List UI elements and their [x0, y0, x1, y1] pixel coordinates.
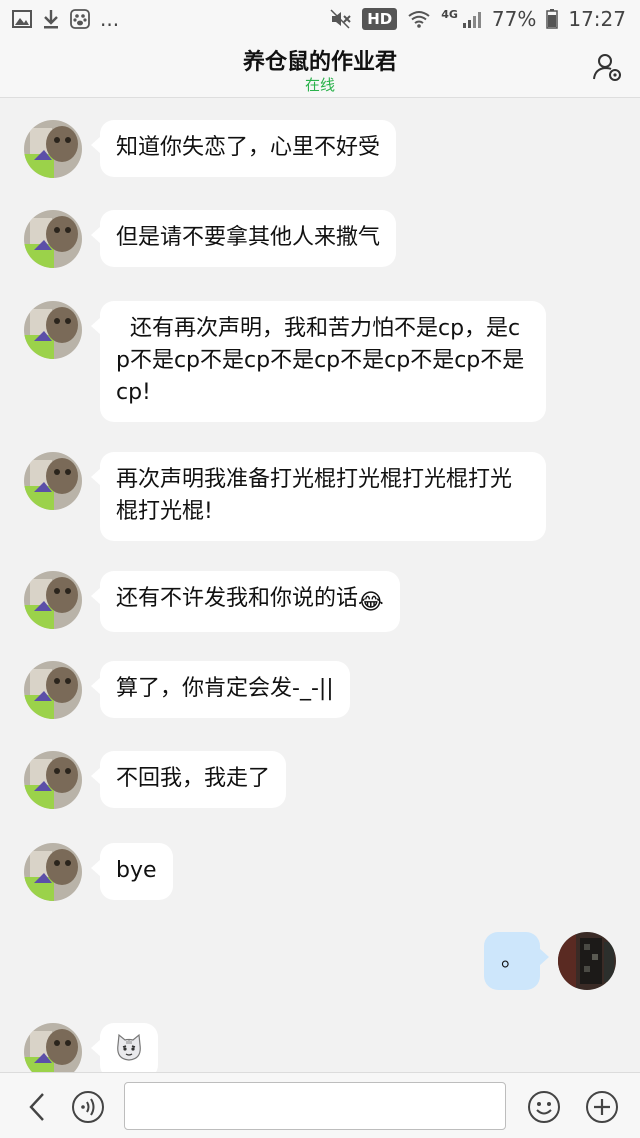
tears-of-joy-emoji: 😂	[358, 590, 384, 615]
message-row: 还有再次声明，我和苦力怕不是cp，是cp不是cp不是cp不是cp不是cp不是cp…	[24, 301, 564, 422]
paw-icon	[70, 9, 90, 29]
person-settings-icon[interactable]	[592, 52, 622, 82]
my-avatar[interactable]	[558, 932, 616, 990]
message-bubble[interactable]	[91, 1023, 158, 1079]
status-more: ...	[100, 7, 120, 31]
message-bubble[interactable]: 但是请不要拿其他人来撒气	[90, 210, 397, 267]
message-row: 算了，你肯定会发-_-||	[24, 661, 544, 719]
contact-avatar[interactable]	[24, 751, 82, 809]
contact-avatar[interactable]	[24, 210, 82, 268]
contact-avatar[interactable]	[24, 661, 82, 719]
smiley-icon[interactable]	[526, 1089, 562, 1125]
message-row: 知道你失恋了，心里不好受	[24, 120, 544, 178]
message-row: bye	[24, 843, 544, 901]
message-bubble[interactable]: 还有不许发我和你说的话😂	[91, 571, 400, 632]
message-row: 。	[484, 932, 616, 990]
plus-circle-icon[interactable]	[584, 1089, 620, 1125]
status-bar: ... HD 4G 77% 17:27	[0, 0, 640, 38]
wifi-icon	[407, 10, 431, 28]
online-status: 在线	[304, 76, 335, 94]
message-bubble[interactable]: 还有再次声明，我和苦力怕不是cp，是cp不是cp不是cp不是cp不是cp不是cp…	[91, 301, 546, 422]
message-text: 还有不许发我和你说的话	[116, 586, 359, 611]
battery-icon	[546, 9, 559, 29]
cat-face-emoji	[114, 1033, 144, 1069]
battery-percent: 77%	[491, 7, 537, 31]
message-bubble[interactable]: 。	[484, 932, 549, 990]
hd-badge: HD	[362, 8, 398, 30]
contact-avatar[interactable]	[24, 301, 82, 359]
message-bubble[interactable]: 知道你失恋了，心里不好受	[90, 120, 397, 177]
message-bubble[interactable]: 再次声明我准备打光棍打光棍打光棍打光棍打光棍!	[91, 452, 546, 541]
contact-avatar[interactable]	[24, 452, 82, 510]
message-row: 不回我，我走了	[24, 751, 544, 809]
contact-avatar[interactable]	[24, 843, 82, 901]
contact-avatar[interactable]	[24, 120, 82, 178]
contact-avatar[interactable]	[24, 571, 82, 629]
contact-name[interactable]: 养仓鼠的作业君	[0, 44, 640, 76]
network-type: 4G	[441, 7, 458, 21]
image-icon	[12, 10, 32, 28]
message-row: 还有不许发我和你说的话😂	[24, 571, 564, 632]
message-row: 但是请不要拿其他人来撒气	[24, 210, 544, 268]
input-bar	[0, 1072, 640, 1138]
download-icon	[42, 9, 60, 29]
signal-icon	[462, 10, 482, 28]
clock: 17:27	[568, 7, 626, 31]
chevron-left-icon[interactable]	[20, 1089, 56, 1125]
message-row: 再次声明我准备打光棍打光棍打光棍打光棍打光棍!	[24, 452, 564, 541]
message-bubble[interactable]: bye	[91, 843, 173, 900]
message-input[interactable]	[124, 1082, 506, 1130]
message-bubble[interactable]: 算了，你肯定会发-_-||	[91, 661, 350, 718]
mute-icon	[330, 9, 352, 29]
chat-header: 养仓鼠的作业君 在线	[0, 38, 640, 98]
voice-icon[interactable]	[70, 1089, 106, 1125]
message-bubble[interactable]: 不回我，我走了	[90, 751, 287, 808]
